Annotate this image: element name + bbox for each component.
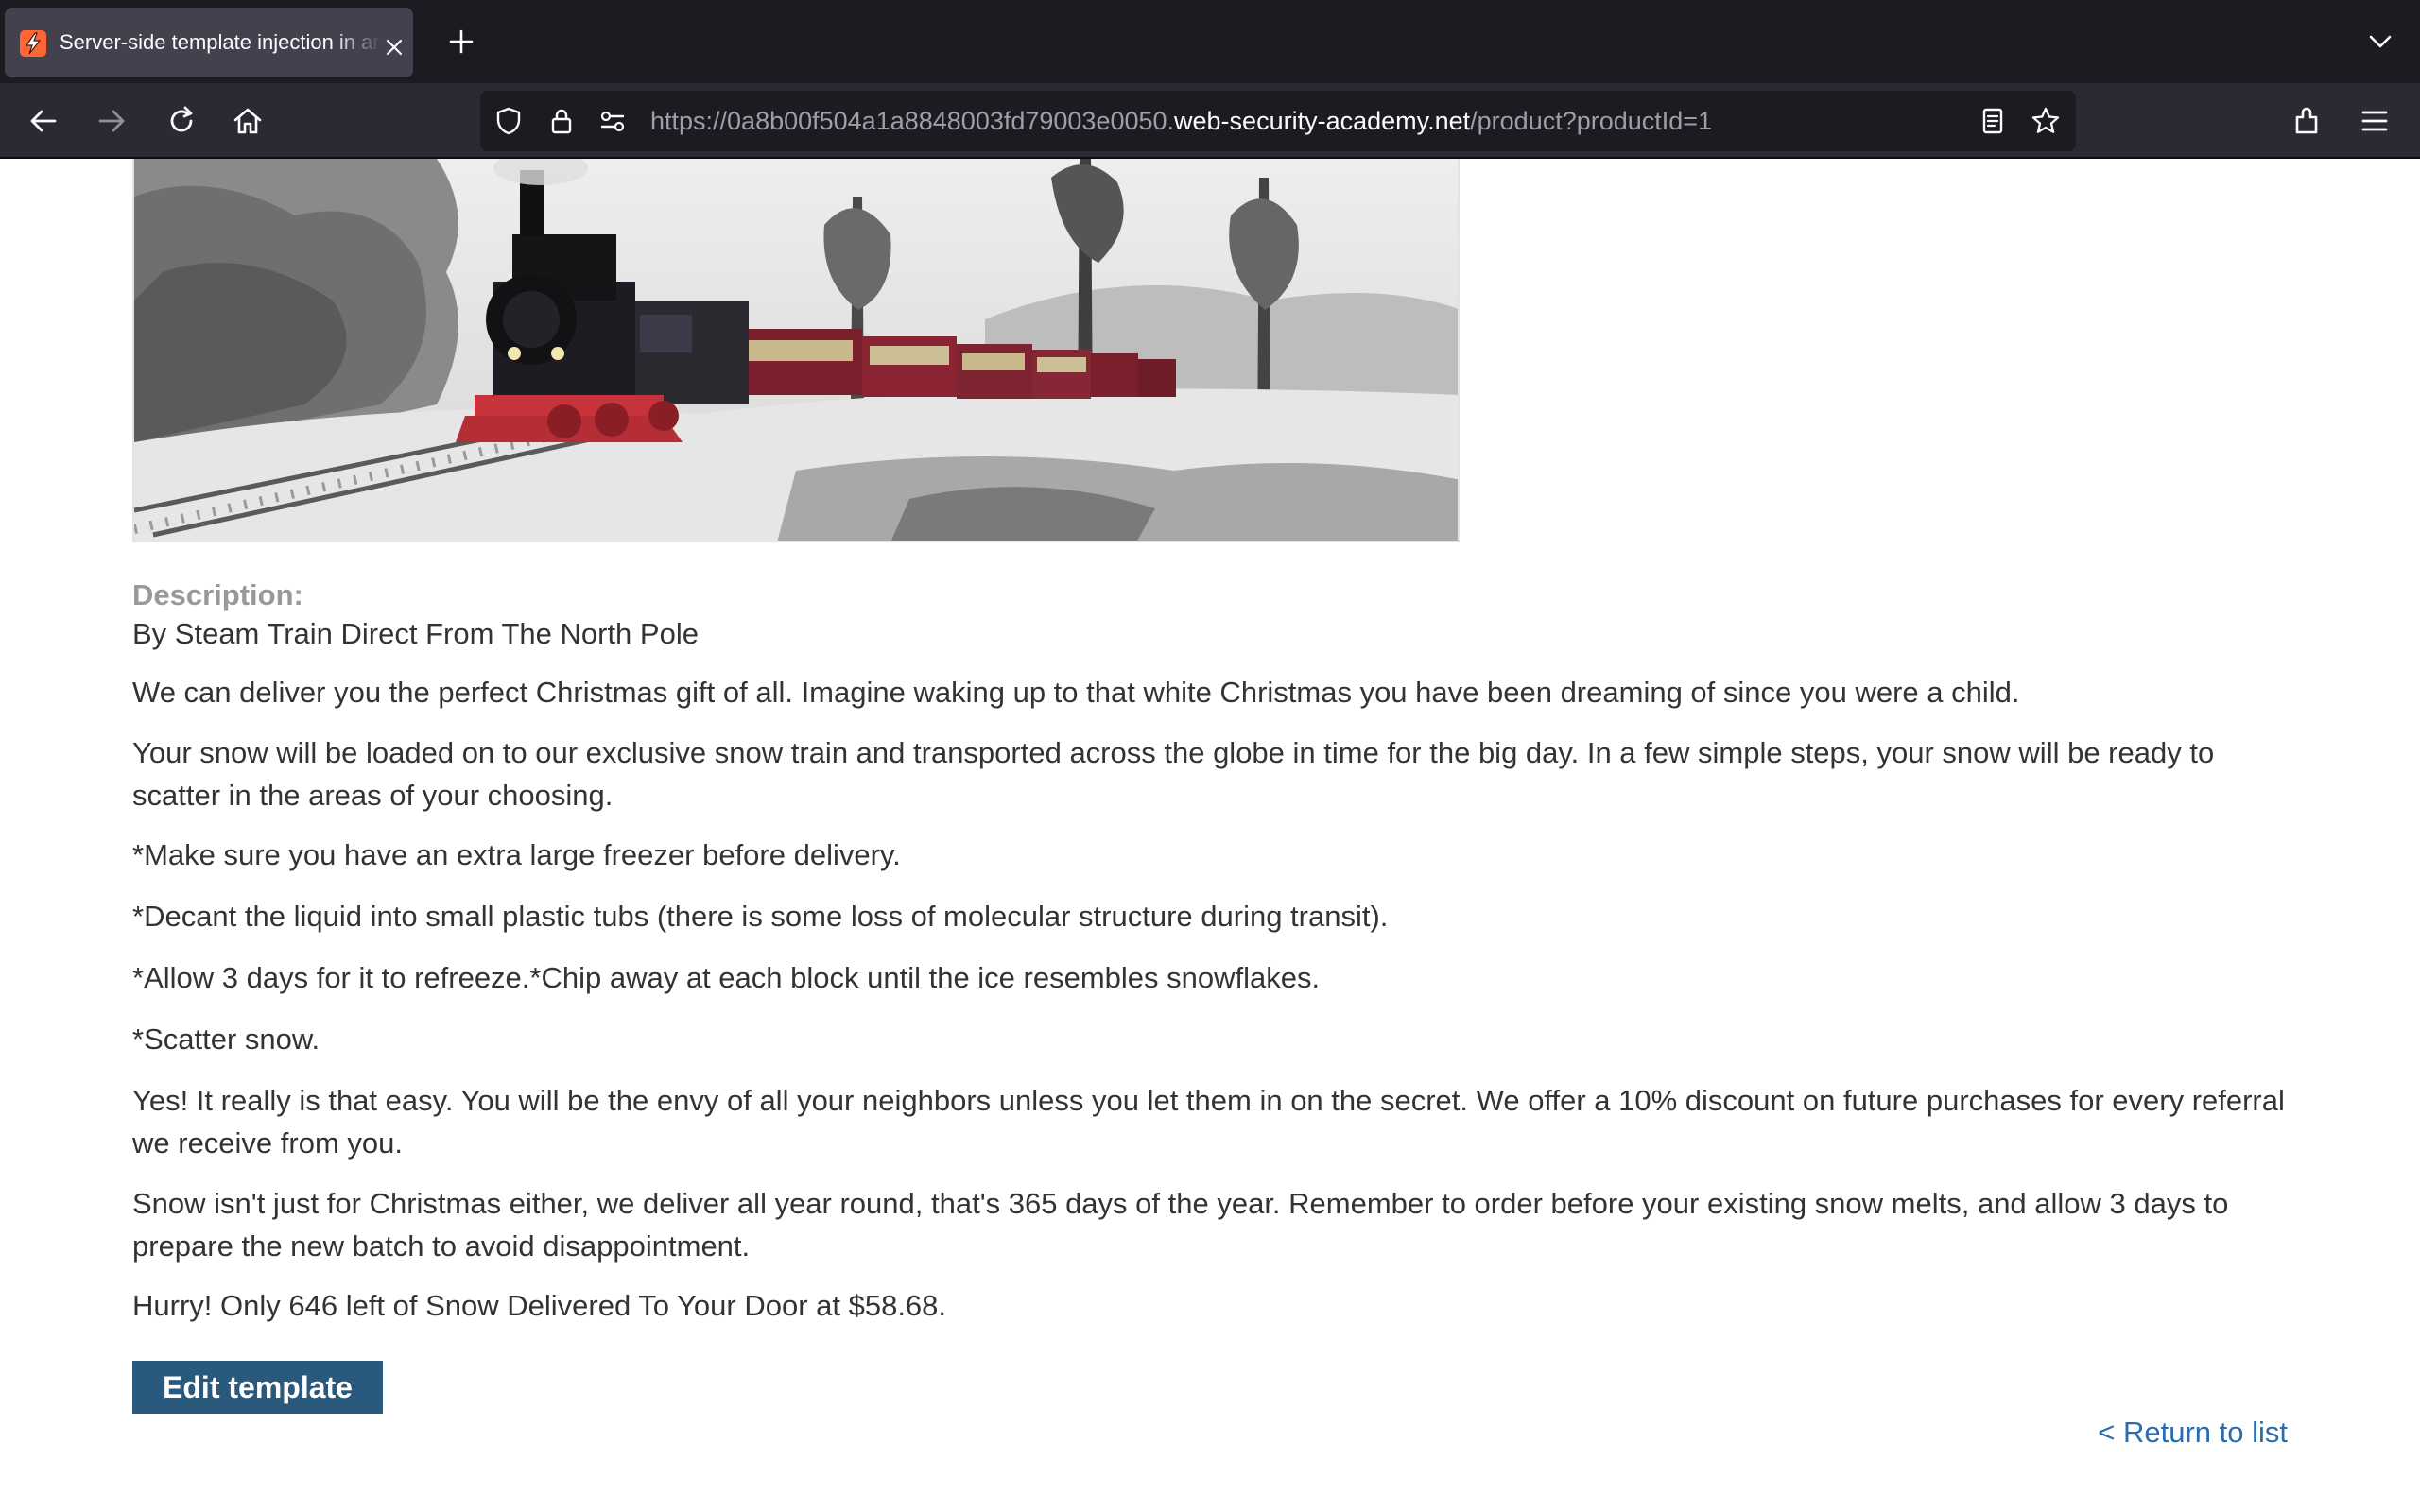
star-icon[interactable] bbox=[2031, 106, 2061, 136]
stock-price-paragraph: Hurry! Only 646 left of Snow Delivered T… bbox=[132, 1289, 947, 1322]
url-text[interactable]: https://0a8b00f504a1a8848003fd79003e0050… bbox=[650, 91, 1712, 151]
url-path: /product?productId=1 bbox=[1470, 107, 1713, 135]
description-paragraph: We can deliver you the perfect Christmas… bbox=[132, 676, 2020, 709]
tab-title: Server-side template injection in an unk… bbox=[60, 30, 381, 54]
permissions-icon[interactable] bbox=[597, 106, 628, 136]
url-host: web-security-academy.net bbox=[1174, 107, 1471, 135]
return-to-list-link[interactable]: < Return to list bbox=[2098, 1416, 2288, 1450]
product-image bbox=[132, 159, 1460, 542]
reload-icon[interactable] bbox=[164, 104, 199, 138]
description-paragraph: *Allow 3 days for it to refreeze.*Chip a… bbox=[132, 961, 1321, 994]
description-label: Description: bbox=[132, 578, 303, 611]
tab-bar: Server-side template injection in an unk… bbox=[0, 0, 2420, 83]
menu-icon[interactable] bbox=[2358, 104, 2392, 138]
navigation-toolbar: https://0a8b00f504a1a8848003fd79003e0050… bbox=[0, 83, 2420, 159]
description-paragraph: By Steam Train Direct From The North Pol… bbox=[132, 617, 699, 650]
close-icon[interactable] bbox=[383, 36, 406, 59]
browser-tab[interactable]: Server-side template injection in an unk… bbox=[5, 8, 413, 77]
chevron-down-icon[interactable] bbox=[2365, 26, 2395, 57]
extensions-icon[interactable] bbox=[2290, 104, 2324, 138]
description-paragraph: *Make sure you have an extra large freez… bbox=[132, 838, 901, 871]
description-paragraph: Your snow will be loaded on to our exclu… bbox=[132, 736, 2215, 812]
home-icon[interactable] bbox=[231, 104, 265, 138]
address-bar[interactable]: https://0a8b00f504a1a8848003fd79003e0050… bbox=[480, 91, 2076, 151]
plus-icon[interactable] bbox=[446, 26, 476, 57]
lightning-icon bbox=[20, 30, 46, 57]
url-prefix: https://0a8b00f504a1a8848003fd79003e0050… bbox=[650, 107, 1175, 135]
edit-template-button[interactable]: Edit template bbox=[132, 1361, 383, 1414]
description-paragraph: Yes! It really is that easy. You will be… bbox=[132, 1084, 2285, 1160]
forward-arrow-icon[interactable] bbox=[95, 104, 129, 138]
description-paragraph: *Scatter snow. bbox=[132, 1022, 320, 1056]
back-arrow-icon[interactable] bbox=[26, 104, 60, 138]
description-paragraph: Snow isn't just for Christmas either, we… bbox=[132, 1187, 2229, 1263]
reader-view-icon[interactable] bbox=[1978, 106, 2008, 136]
description-paragraph: *Decant the liquid into small plastic tu… bbox=[132, 900, 1389, 933]
shield-icon[interactable] bbox=[493, 106, 524, 136]
page-content: Description: By Steam Train Direct From … bbox=[0, 159, 2420, 1512]
lock-icon[interactable] bbox=[546, 106, 577, 136]
